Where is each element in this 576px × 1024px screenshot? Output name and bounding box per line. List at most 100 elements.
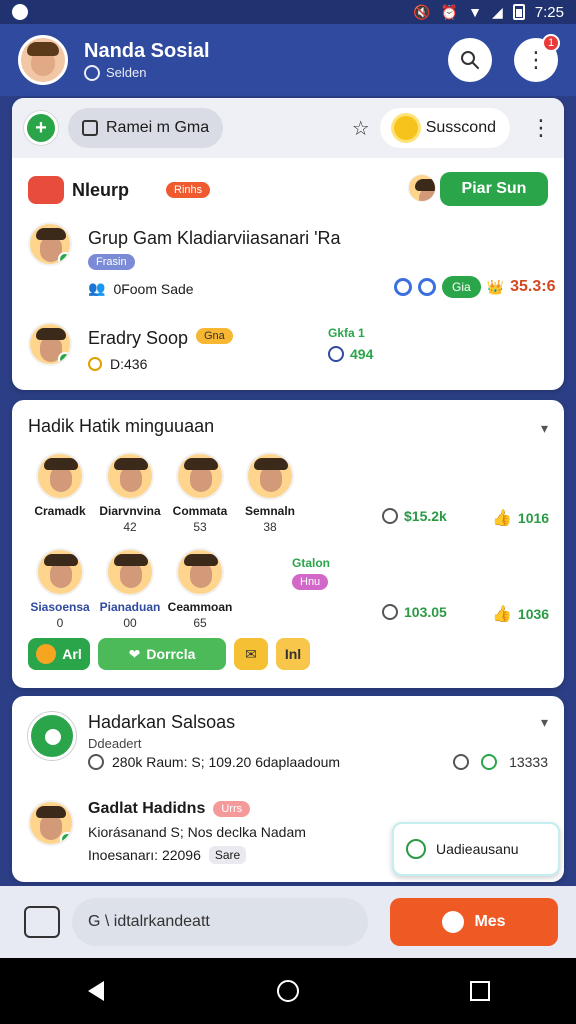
status-time: 7:25 (534, 3, 564, 21)
status-pill[interactable]: Susscond (379, 108, 510, 148)
post-sub: Inoesanarı: 22096 (88, 847, 201, 863)
green-check-icon (481, 754, 498, 770)
person-name: Semnaln (244, 504, 295, 518)
metric-4: 👍 1036 (492, 606, 550, 623)
card-popular: Hadik Hatik minguuaan ▾ Cramadk Diarvnvi… (12, 400, 564, 688)
sun-icon (393, 116, 418, 140)
star-icon[interactable]: ☆ (352, 116, 370, 141)
search-button[interactable] (448, 38, 492, 82)
more-menu-button[interactable]: ⋮ 1 (514, 34, 560, 82)
chip-like[interactable]: ❤ Dorrcla (98, 638, 226, 670)
chip-inl[interactable]: Inl (276, 638, 310, 670)
card-top: + Ramei m Gma ☆ Susscond ⋮ Nleurp Rinhs … (12, 98, 564, 390)
post-name: Gadlat Hadidns (88, 800, 206, 817)
person-count: 00 (123, 616, 137, 630)
chip-mail[interactable]: ✉ (234, 638, 268, 670)
group-logo (28, 712, 76, 760)
row2-title: Eradry Soop (88, 328, 189, 348)
category-pill[interactable]: Ramei m Gma (68, 108, 224, 148)
person-item[interactable]: Cramadk (28, 452, 92, 534)
post-sub-tag: Sare (208, 846, 247, 864)
post-tag: Urrs (213, 801, 251, 817)
app-bar: Nanda Sosial Selden ⋮ 1 (0, 24, 576, 96)
home-icon (277, 980, 299, 1002)
group-tag: Rinhs (166, 182, 211, 198)
status-tag: Hnu (292, 574, 329, 590)
send-button[interactable]: Mes (390, 898, 558, 946)
person-item[interactable]: Siasoensa 0 (28, 548, 92, 630)
message-input[interactable]: G \ idtalrkandeatt (72, 898, 368, 946)
status-line1: Gtalon (292, 556, 330, 570)
person-item[interactable]: Commata 53 (168, 452, 232, 534)
camera-button[interactable] (24, 906, 60, 938)
row1-tag: Frasin (88, 254, 135, 270)
join-button[interactable]: Piar Sun (440, 172, 548, 206)
row2-small-line2: 494 (328, 346, 373, 362)
row1-value: 35.3:6 (510, 278, 556, 295)
gold-circle-icon (88, 357, 102, 371)
row1-title: Grup Gam Kladiarviiasanari 'Ra (88, 228, 341, 248)
person-item[interactable]: Diarvnvina 42 (98, 452, 162, 534)
person-avatar (176, 452, 224, 500)
square-icon (82, 120, 98, 136)
person-name: Commata (172, 504, 228, 518)
home-button[interactable] (276, 979, 300, 1003)
recents-icon (470, 981, 490, 1001)
search-icon (461, 51, 479, 69)
back-button[interactable] (84, 979, 108, 1003)
at-icon (394, 278, 412, 296)
metric-2: 👍 1016 (492, 510, 550, 527)
recents-button[interactable] (468, 979, 492, 1003)
person-item[interactable]: Semnaln 38 (238, 452, 302, 534)
person-avatar (36, 452, 84, 500)
alarm-icon: ⏰ (440, 4, 459, 20)
heart-icon (28, 176, 64, 204)
person-item[interactable]: Pianaduan 00 (98, 548, 162, 630)
add-button[interactable]: + (24, 111, 58, 145)
person-count: 65 (193, 616, 207, 630)
online-dot (60, 832, 72, 844)
time-icon (88, 754, 104, 770)
member2-avatar (28, 322, 72, 366)
online-dot (58, 352, 70, 364)
person-name: Cramadk (34, 504, 86, 518)
check-circle-icon (84, 64, 100, 81)
card1-toolbar: + Ramei m Gma ☆ Susscond ⋮ (12, 98, 564, 158)
section-subtitle: Ddeadert (88, 736, 142, 751)
mail-icon: ✉ (245, 645, 257, 662)
row1-chip[interactable]: Gia (442, 276, 481, 298)
chevron-down-icon[interactable]: ▾ (541, 420, 548, 437)
section-title: Hadik Hatik minguuaan (28, 416, 215, 436)
toast-notification[interactable]: Uadieausanu (392, 822, 560, 876)
crown-icon: 👑 (486, 278, 505, 295)
timer-icon (382, 604, 398, 620)
composer-bar: G \ idtalrkandeatt Mes (0, 886, 576, 958)
chip-all[interactable]: Arl (28, 638, 90, 670)
row2-small-line1: Gkfa 1 (328, 326, 365, 340)
send-icon (442, 911, 465, 933)
caret-icon[interactable]: ▾ (541, 714, 548, 731)
person-name: Pianaduan (99, 600, 161, 614)
clock-icon (382, 508, 398, 524)
kebab-icon: ⋮ (525, 47, 547, 72)
metric-3: 103.05 (382, 604, 447, 620)
person-avatar (36, 548, 84, 596)
person-count: 42 (123, 520, 137, 534)
person-avatar (176, 548, 224, 596)
battery-icon (512, 4, 525, 20)
person-avatar (106, 548, 154, 596)
app-notification-icon (12, 4, 28, 20)
person-item[interactable]: Ceammoan 65 (168, 548, 232, 630)
member-avatar-small (408, 174, 436, 202)
action-chips: Arl ❤ Dorrcla ✉ Inl (28, 638, 310, 670)
row2-meta: D:436 (88, 356, 147, 372)
person-name: Siasoensa (30, 600, 90, 614)
row1-meta: 👥 0Foom Sade (88, 280, 194, 297)
card1-menu-icon[interactable]: ⋮ (530, 115, 552, 141)
row2-tag: Gna (196, 328, 233, 344)
section-title: Hadarkan Salsoas (88, 712, 236, 732)
profile-avatar[interactable] (18, 35, 68, 85)
thumbs-up-icon: 👍 (492, 510, 512, 527)
member-avatar (28, 222, 72, 266)
person-avatar (106, 452, 154, 500)
